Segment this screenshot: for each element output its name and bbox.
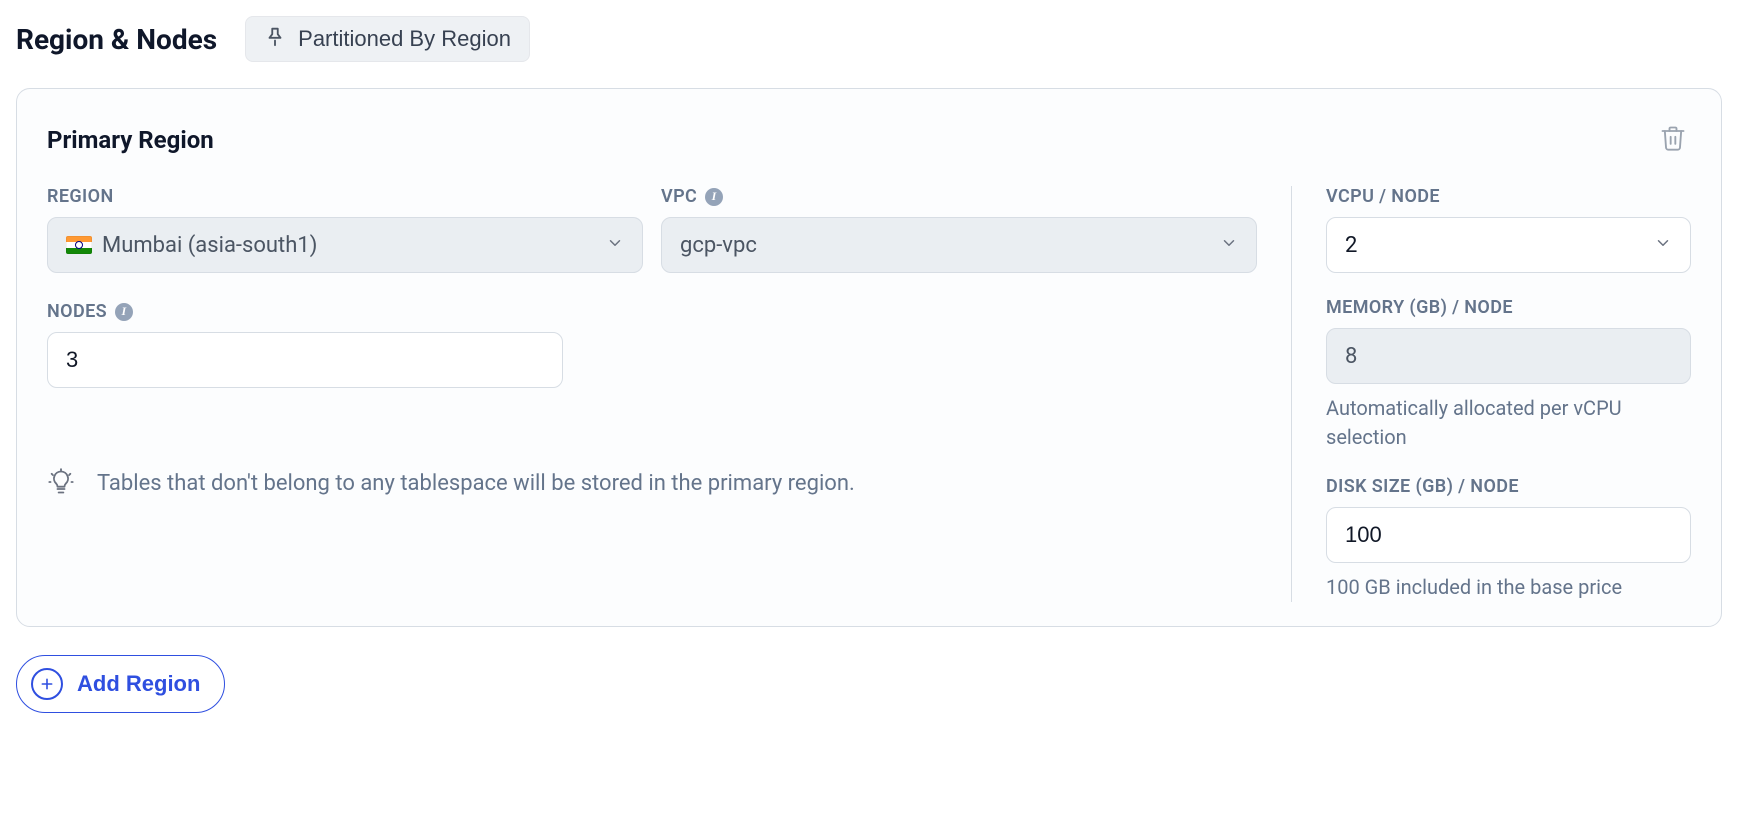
vcpu-value: 2 — [1345, 233, 1357, 258]
chip-label: Partitioned By Region — [298, 26, 511, 52]
primary-region-card: Primary Region REGION Mumbai (asia-south… — [16, 88, 1722, 627]
vpc-select[interactable]: gcp-vpc — [661, 217, 1257, 273]
disk-label: DISK SIZE (GB) / NODE — [1326, 476, 1691, 497]
add-region-button[interactable]: Add Region — [16, 655, 225, 713]
pin-icon — [264, 25, 286, 53]
right-column: vCPU / NODE 2 MEMORY (GB) / NODE 8 Autom… — [1291, 186, 1691, 602]
partitioned-by-region-chip[interactable]: Partitioned By Region — [245, 16, 530, 62]
section-title: Region & Nodes — [16, 23, 217, 56]
memory-helper: Automatically allocated per vCPU selecti… — [1326, 394, 1691, 452]
region-label: REGION — [47, 186, 643, 207]
tip-row: Tables that don't belong to any tablespa… — [47, 466, 1257, 502]
plus-circle-icon — [31, 668, 63, 700]
disk-input[interactable] — [1326, 507, 1691, 563]
region-field: REGION Mumbai (asia-south1) — [47, 186, 643, 273]
disk-field: DISK SIZE (GB) / NODE 100 GB included in… — [1326, 476, 1691, 602]
memory-label: MEMORY (GB) / NODE — [1326, 297, 1691, 318]
nodes-input[interactable] — [47, 332, 563, 388]
nodes-label: NODES i — [47, 301, 1257, 322]
vpc-label: VPC i — [661, 186, 1257, 207]
chevron-down-icon — [1220, 233, 1238, 258]
delete-region-button[interactable] — [1655, 119, 1691, 160]
memory-field: MEMORY (GB) / NODE 8 Automatically alloc… — [1326, 297, 1691, 452]
section-header: Region & Nodes Partitioned By Region — [16, 16, 1722, 62]
info-icon[interactable]: i — [705, 188, 723, 206]
vpc-value: gcp-vpc — [680, 233, 757, 258]
vcpu-label: vCPU / NODE — [1326, 186, 1691, 207]
memory-readonly: 8 — [1326, 328, 1691, 384]
info-icon[interactable]: i — [115, 303, 133, 321]
region-select[interactable]: Mumbai (asia-south1) — [47, 217, 643, 273]
tip-text: Tables that don't belong to any tablespa… — [97, 468, 855, 500]
nodes-field: NODES i — [47, 301, 1257, 388]
chevron-down-icon — [606, 233, 624, 258]
chevron-down-icon — [1654, 233, 1672, 258]
card-columns: REGION Mumbai (asia-south1) VPC — [47, 186, 1691, 602]
left-column: REGION Mumbai (asia-south1) VPC — [47, 186, 1291, 602]
lightbulb-icon — [47, 466, 75, 502]
india-flag-icon — [66, 236, 92, 254]
trash-icon — [1659, 141, 1687, 156]
disk-helper: 100 GB included in the base price — [1326, 573, 1691, 602]
vcpu-select[interactable]: 2 — [1326, 217, 1691, 273]
vcpu-field: vCPU / NODE 2 — [1326, 186, 1691, 273]
vpc-field: VPC i gcp-vpc — [661, 186, 1257, 273]
card-header: Primary Region — [47, 119, 1691, 160]
region-vpc-row: REGION Mumbai (asia-south1) VPC — [47, 186, 1257, 273]
region-value: Mumbai (asia-south1) — [102, 233, 317, 258]
add-region-label: Add Region — [77, 671, 200, 697]
memory-value: 8 — [1345, 344, 1357, 369]
card-title: Primary Region — [47, 126, 214, 154]
